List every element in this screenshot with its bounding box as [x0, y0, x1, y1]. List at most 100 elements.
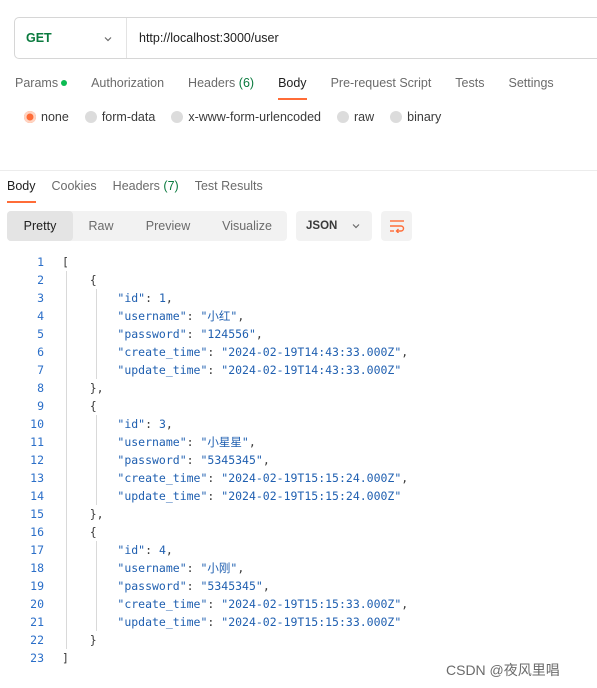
radio-icon[interactable]	[337, 111, 349, 123]
wrap-lines-button[interactable]	[381, 211, 412, 241]
watermark: CSDN @夜风里唱	[446, 662, 560, 678]
tab-params[interactable]: Params	[15, 76, 68, 90]
line-number: 4	[37, 309, 44, 323]
body-type-form-data[interactable]: form-data	[84, 110, 156, 124]
code-text: "create_time": "2024-02-19T14:43:33.000Z…	[117, 345, 409, 359]
view-mode-visualize[interactable]: Visualize	[207, 211, 287, 241]
line-number: 13	[30, 471, 44, 485]
code-line: 11 "username": "小星星",	[0, 433, 597, 451]
tab-label: Cookies	[51, 179, 97, 193]
response-tab-headers[interactable]: Headers (7)	[113, 179, 179, 203]
body-type-none[interactable]: none	[24, 110, 69, 124]
code-line: 21 "update_time": "2024-02-19T15:15:33.0…	[0, 613, 597, 631]
line-number: 7	[37, 363, 44, 377]
tab-headers[interactable]: Headers (6)	[188, 76, 254, 90]
code-line: 4 "username": "小红",	[0, 307, 597, 325]
tab-pre-request-script[interactable]: Pre-request Script	[331, 76, 432, 90]
code-text: "password": "124556",	[117, 327, 263, 341]
tab-label: Tests	[455, 76, 485, 90]
line-number: 5	[37, 327, 44, 341]
code-line: 19 "password": "5345345",	[0, 577, 597, 595]
line-number: 1	[37, 255, 44, 269]
code-text: "create_time": "2024-02-19T15:15:24.000Z…	[117, 471, 409, 485]
code-text: [	[62, 255, 69, 269]
view-mode-pretty[interactable]: Pretty	[7, 211, 73, 241]
radio-icon[interactable]	[24, 111, 36, 123]
tab-count: (6)	[238, 76, 255, 90]
code-text: ]	[62, 651, 69, 665]
code-text: "password": "5345345",	[117, 453, 270, 467]
line-number: 6	[37, 345, 44, 359]
code-text: "update_time": "2024-02-19T14:43:33.000Z…	[117, 363, 402, 377]
body-type-label: raw	[354, 110, 375, 124]
code-line: 8 },	[0, 379, 597, 397]
radio-icon[interactable]	[84, 111, 97, 123]
code-line: 6 "create_time": "2024-02-19T14:43:33.00…	[0, 343, 597, 361]
view-mode-raw[interactable]: Raw	[73, 211, 129, 241]
divider	[0, 170, 597, 171]
format-label: JSON	[306, 220, 338, 232]
response-tab-cookies[interactable]: Cookies	[52, 179, 97, 203]
body-type-raw[interactable]: raw	[337, 110, 374, 124]
view-mode-preview[interactable]: Preview	[129, 211, 207, 241]
tab-label: Settings	[508, 76, 554, 90]
response-tab-test-results[interactable]: Test Results	[195, 179, 263, 203]
code-text: "id": 4,	[117, 543, 173, 557]
format-select[interactable]: JSON	[296, 211, 372, 241]
code-line: 14 "update_time": "2024-02-19T15:15:24.0…	[0, 487, 597, 505]
code-text: "create_time": "2024-02-19T15:15:33.000Z…	[117, 597, 409, 611]
tab-label: Params	[15, 76, 59, 90]
code-text: },	[62, 381, 104, 395]
tab-tests[interactable]: Tests	[455, 76, 484, 90]
method-label: GET	[26, 31, 52, 45]
chevron-down-icon	[104, 37, 112, 42]
radio-icon[interactable]	[390, 111, 403, 123]
chevron-down-icon	[352, 224, 360, 229]
code-line: 17 "id": 4,	[0, 541, 597, 559]
code-text: "update_time": "2024-02-19T15:15:33.000Z…	[117, 615, 402, 629]
tab-label: Test Results	[194, 179, 263, 193]
tab-authorization[interactable]: Authorization	[91, 76, 164, 90]
body-type-binary[interactable]: binary	[390, 110, 441, 124]
line-number: 10	[30, 417, 44, 431]
line-number: 21	[30, 615, 44, 629]
indent-guide	[96, 415, 97, 505]
view-mode-switcher: Pretty Raw Preview Visualize	[7, 211, 287, 241]
code-text: {	[62, 273, 97, 287]
line-number: 15	[30, 507, 44, 521]
tab-label: Headers	[112, 179, 160, 193]
response-tab-body[interactable]: Body	[7, 179, 36, 203]
indent-guide	[96, 541, 97, 631]
code-line: 13 "create_time": "2024-02-19T15:15:24.0…	[0, 469, 597, 487]
line-number: 18	[30, 561, 44, 575]
code-line: 3 "id": 1,	[0, 289, 597, 307]
request-bar: GET http://localhost:3000/user	[14, 17, 597, 59]
tab-label: Body	[7, 179, 36, 193]
body-type-x-www-form-urlencoded[interactable]: x-www-form-urlencoded	[171, 110, 321, 124]
code-line: 15 },	[0, 505, 597, 523]
code-text: {	[62, 399, 97, 413]
code-line: 5 "password": "124556",	[0, 325, 597, 343]
code-text: "update_time": "2024-02-19T15:15:24.000Z…	[117, 489, 402, 503]
line-number: 16	[30, 525, 44, 539]
response-body-viewer[interactable]: 1[2 {3 "id": 1, 4 "username": "小红", 5 "pas…	[0, 253, 597, 667]
tab-label: Pre-request Script	[330, 76, 432, 90]
tab-label: Authorization	[91, 76, 165, 90]
request-tabs: Params Authorization Headers (6) Body Pre-re…	[15, 74, 578, 100]
code-line: 2 {	[0, 271, 597, 289]
url-input[interactable]: http://localhost:3000/user	[127, 31, 279, 45]
method-select[interactable]: GET	[15, 18, 127, 58]
line-number: 3	[37, 291, 44, 305]
tab-settings[interactable]: Settings	[508, 76, 553, 90]
code-line: 16 {	[0, 523, 597, 541]
tab-body[interactable]: Body	[278, 76, 307, 100]
radio-icon[interactable]	[171, 111, 184, 123]
code-text: "username": "小红",	[117, 309, 245, 323]
wrap-lines-icon	[389, 220, 404, 233]
line-number: 22	[30, 633, 44, 647]
line-number: 14	[30, 489, 44, 503]
body-type-label: form-data	[101, 110, 156, 124]
status-dot-icon	[61, 79, 68, 86]
code-text: "id": 3,	[117, 417, 173, 431]
code-text: }	[62, 633, 97, 647]
